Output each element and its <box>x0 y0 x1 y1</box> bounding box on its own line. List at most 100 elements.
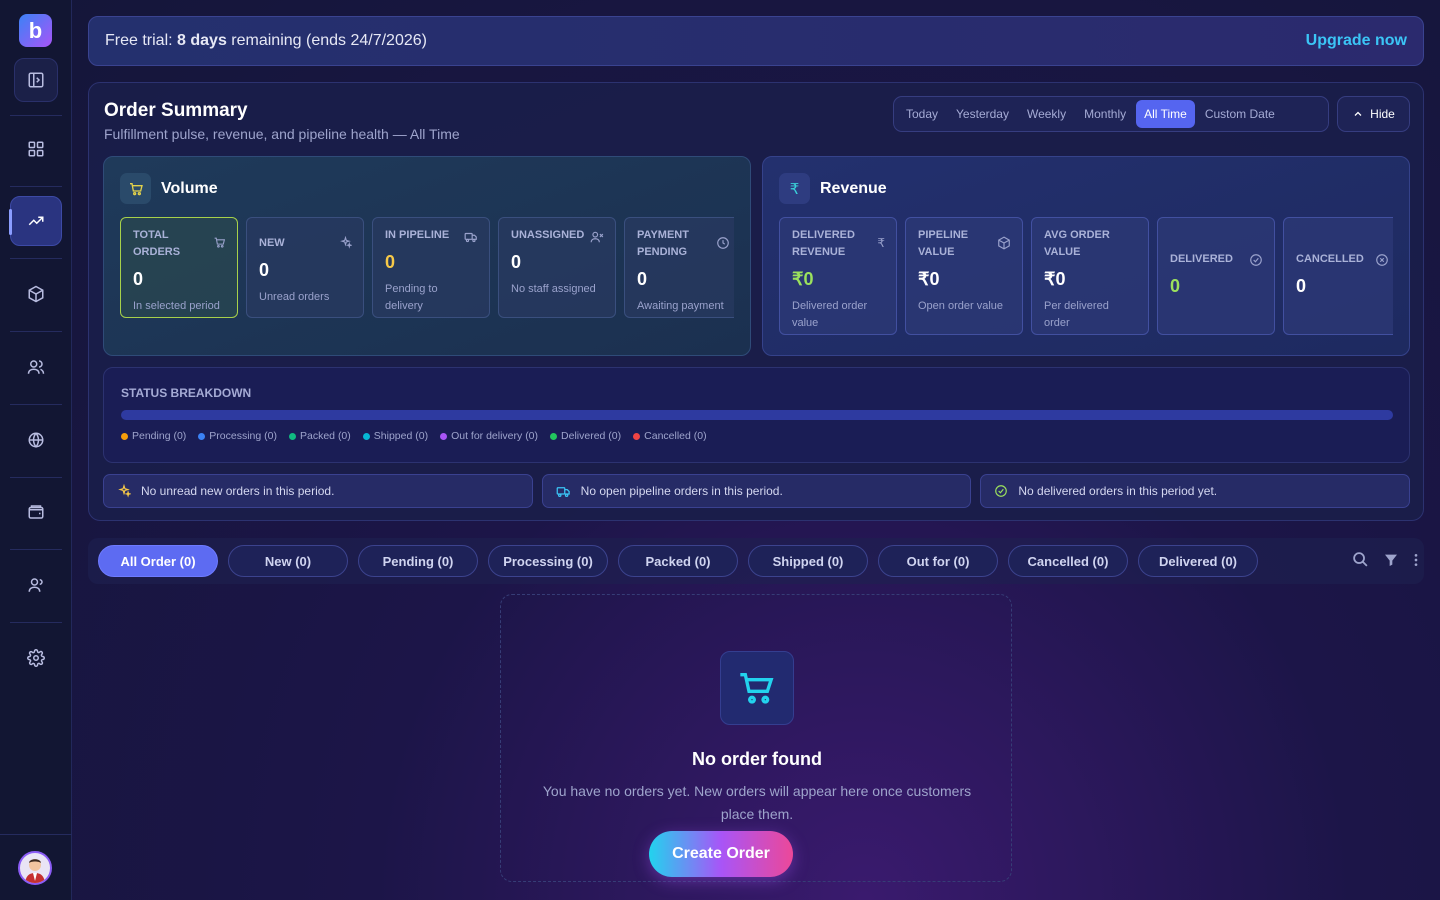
order-tools <box>1352 551 1419 568</box>
stat-label: DELIVERED <box>1170 253 1233 265</box>
x-circle-icon <box>1375 253 1389 270</box>
filter-yesterday[interactable]: Yesterday <box>948 100 1017 128</box>
page-title: Order Summary <box>104 100 248 121</box>
sidebar-item-website[interactable] <box>14 418 58 462</box>
legend-delivered: Delivered (0) <box>550 430 621 442</box>
stat-card-in-pipeline[interactable]: IN PIPELINE 0 Pending to delivery <box>372 217 490 318</box>
tab-pending[interactable]: Pending (0) <box>358 545 478 577</box>
wallet-icon <box>28 505 44 519</box>
stat-value: 0 <box>1296 276 1307 296</box>
filter-weekly[interactable]: Weekly <box>1019 100 1074 128</box>
stat-note: Awaiting payment <box>637 300 724 312</box>
stat-card-cancelled[interactable]: CANCELLED 0 <box>1283 217 1393 335</box>
stat-value: 0 <box>511 252 522 272</box>
hide-label: Hide <box>1370 107 1395 121</box>
status-breakdown: STATUS BREAKDOWN Pending (0) Processing … <box>103 367 1410 463</box>
hide-summary-button[interactable]: Hide <box>1337 96 1410 132</box>
tab-delivered[interactable]: Delivered (0) <box>1138 545 1258 577</box>
stat-card-new[interactable]: NEW 0 Unread orders <box>246 217 364 318</box>
note-new-orders: No unread new orders in this period. <box>103 474 533 508</box>
sidebar: b <box>0 0 72 900</box>
sidebar-item-wallet[interactable] <box>14 490 58 534</box>
sidebar-item-dashboard[interactable] <box>14 127 58 171</box>
filter-custom-date[interactable]: Custom Date <box>1197 100 1283 128</box>
stat-label: PIPELINE VALUE <box>918 229 969 258</box>
tab-out-for[interactable]: Out for (0) <box>878 545 998 577</box>
legend-label: Cancelled (0) <box>644 430 707 442</box>
legend-processing: Processing (0) <box>198 430 277 442</box>
stat-card-avg-order-value[interactable]: AVG ORDER VALUE ₹0 Per delivered order <box>1031 217 1149 335</box>
legend-packed: Packed (0) <box>289 430 351 442</box>
stat-note: Pending to delivery <box>385 283 438 312</box>
tab-packed[interactable]: Packed (0) <box>618 545 738 577</box>
stat-card-payment-pending[interactable]: PAYMENT PENDING 0 Awaiting payment <box>624 217 734 318</box>
tab-all-order[interactable]: All Order (0) <box>98 545 218 577</box>
gear-icon <box>27 649 45 667</box>
search-icon[interactable] <box>1352 551 1369 568</box>
cart-icon <box>720 651 794 725</box>
revenue-header: ₹ Revenue <box>779 173 887 204</box>
dot-icon <box>362 432 370 440</box>
create-order-button[interactable]: Create Order <box>649 831 793 877</box>
empty-state: No order found You have no orders yet. N… <box>500 594 1012 882</box>
panel-toggle-icon <box>28 72 44 88</box>
dot-icon <box>550 432 558 440</box>
dashboard-icon <box>28 141 44 157</box>
volume-cards: TOTAL ORDERS 0 In selected period NEW 0 … <box>120 217 734 337</box>
sidebar-item-orders[interactable] <box>9 196 62 246</box>
rupee-icon: ₹ <box>877 236 885 250</box>
stat-card-delivered-revenue[interactable]: DELIVERED REVENUE ₹ ₹0 Delivered order v… <box>779 217 897 335</box>
filter-today[interactable]: Today <box>898 100 946 128</box>
tab-processing[interactable]: Processing (0) <box>488 545 608 577</box>
trial-message: Free trial: 8 days remaining (ends 24/7/… <box>105 32 427 50</box>
sparkles-icon <box>339 235 353 252</box>
sidebar-divider <box>10 477 62 478</box>
sidebar-item-products[interactable] <box>14 272 58 316</box>
stat-value: 0 <box>1170 276 1181 296</box>
trending-up-icon <box>28 216 44 226</box>
rupee-icon: ₹ <box>779 173 810 204</box>
more-vertical-icon[interactable] <box>1413 552 1419 568</box>
sidebar-divider <box>10 622 62 623</box>
stat-card-total-orders[interactable]: TOTAL ORDERS 0 In selected period <box>120 217 238 318</box>
stat-note: In selected period <box>133 300 220 312</box>
stat-card-unassigned[interactable]: UNASSIGNED 0 No staff assigned <box>498 217 616 318</box>
note-text: No delivered orders in this period yet. <box>1018 484 1218 498</box>
stat-card-delivered[interactable]: DELIVERED 0 <box>1157 217 1275 335</box>
clock-icon <box>716 236 730 253</box>
stat-value: ₹0 <box>1044 269 1066 289</box>
filter-monthly[interactable]: Monthly <box>1076 100 1134 128</box>
dot-icon <box>633 432 641 440</box>
app-logo[interactable]: b <box>19 14 52 47</box>
upgrade-link[interactable]: Upgrade now <box>1306 32 1407 50</box>
sidebar-toggle-button[interactable] <box>14 58 58 102</box>
avatar-icon <box>25 859 45 883</box>
cart-icon <box>213 236 226 252</box>
dot-icon <box>289 432 296 440</box>
sidebar-divider <box>10 258 62 259</box>
tab-shipped[interactable]: Shipped (0) <box>748 545 868 577</box>
volume-panel: Volume TOTAL ORDERS 0 In selected period… <box>103 156 751 356</box>
sidebar-divider <box>10 404 62 405</box>
truck-icon <box>556 486 570 497</box>
sidebar-item-staff[interactable] <box>14 563 58 607</box>
user-avatar[interactable] <box>18 851 52 885</box>
stat-value: 0 <box>385 252 396 272</box>
stat-label: CANCELLED <box>1296 253 1364 265</box>
sidebar-item-settings[interactable] <box>14 636 58 680</box>
user-x-icon <box>590 230 604 247</box>
legend-label: Processing (0) <box>209 430 277 442</box>
legend-label: Shipped (0) <box>373 430 429 442</box>
stat-card-pipeline-value[interactable]: PIPELINE VALUE ₹0 Open order value <box>905 217 1023 335</box>
tab-new[interactable]: New (0) <box>228 545 348 577</box>
stat-note: Delivered order value <box>792 300 868 329</box>
tab-cancelled[interactable]: Cancelled (0) <box>1008 545 1128 577</box>
legend-cancelled: Cancelled (0) <box>633 430 707 442</box>
stat-value: 0 <box>637 269 648 289</box>
sparkles-icon <box>118 484 131 498</box>
sidebar-divider <box>10 549 62 550</box>
filter-icon[interactable] <box>1383 552 1399 568</box>
revenue-panel: ₹ Revenue DELIVERED REVENUE ₹ ₹0 Deliver… <box>762 156 1410 356</box>
sidebar-item-customers[interactable] <box>14 345 58 389</box>
filter-all-time[interactable]: All Time <box>1136 100 1195 128</box>
